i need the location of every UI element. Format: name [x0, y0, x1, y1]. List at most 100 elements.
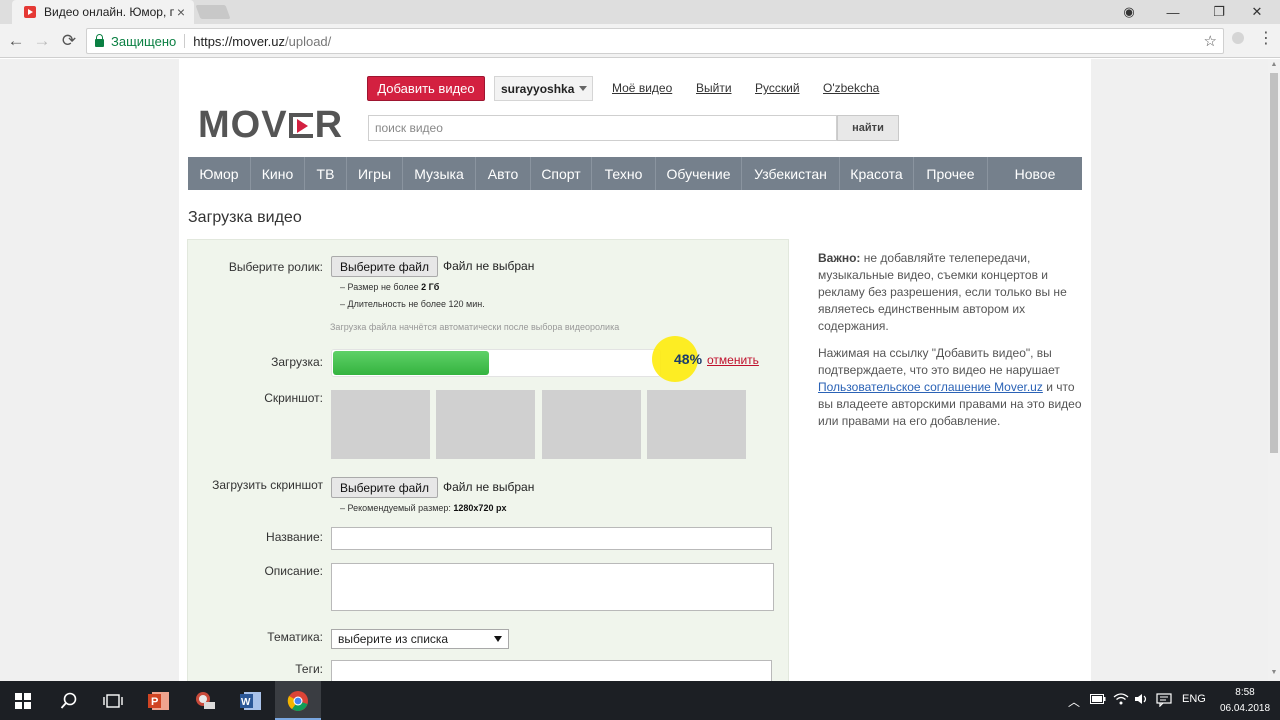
mover-logo[interactable]: MOV R [198, 103, 343, 146]
battery-icon[interactable] [1090, 693, 1106, 707]
tags-input[interactable] [331, 660, 772, 681]
my-video-link[interactable]: Моё видео [612, 81, 672, 95]
svg-text:P: P [151, 696, 158, 708]
duration-hint: – Длительность не более 120 мин. [340, 299, 485, 309]
category-item[interactable]: Спорт [531, 157, 592, 190]
topic-selected-value: выберите из списка [338, 632, 449, 646]
scroll-down-arrow-icon[interactable]: ▼ [1270, 669, 1278, 677]
profile-icon[interactable]: ◉ [1106, 0, 1152, 24]
page-content: Добавить видео surayyoshka Моё видео Вый… [179, 59, 1091, 681]
task-view-icon[interactable] [90, 681, 136, 720]
category-item[interactable]: Музыка [403, 157, 476, 190]
clock-date: 06.04.2018 [1219, 703, 1271, 714]
search-icon[interactable] [46, 681, 92, 720]
category-item[interactable]: Прочее [914, 157, 988, 190]
recommended-size-value: 1280x720 px [453, 503, 507, 513]
upload-info-panel: Важно: не добавляйте телепередачи, музык… [818, 250, 1088, 440]
upload-progress-bar [331, 349, 661, 377]
category-item[interactable]: Узбекистан [742, 157, 840, 190]
tray-chevron-up-icon[interactable]: ︿ [1068, 693, 1080, 710]
back-icon[interactable]: ← [4, 29, 28, 53]
add-video-button[interactable]: Добавить видео [367, 76, 485, 101]
browser-menu-icon[interactable]: ⋮ [1258, 29, 1274, 49]
wifi-icon[interactable] [1113, 693, 1129, 708]
agreement-text-before: Нажимая на ссылку "Добавить видео", вы п… [818, 346, 1060, 377]
tab-title: Видео онлайн. Юмор, п [44, 5, 174, 19]
new-tab-button[interactable] [195, 5, 231, 19]
category-item[interactable]: Техно [592, 157, 656, 190]
screenshot-thumb-3[interactable] [542, 390, 641, 459]
page-scrollbar[interactable]: ▲ ▼ [1268, 59, 1280, 681]
recommended-size-text: – Рекомендуемый размер: [340, 503, 454, 513]
category-nav: Юмор Кино ТВ Игры Музыка Авто Спорт Техн… [188, 157, 1082, 190]
network-app-icon[interactable] [182, 681, 228, 720]
extension-icon[interactable] [1232, 32, 1244, 44]
cancel-upload-link[interactable]: отменить [707, 353, 759, 367]
category-item[interactable]: ТВ [305, 157, 347, 190]
windows-start-icon[interactable] [0, 681, 46, 720]
lock-icon [95, 33, 104, 47]
forward-icon[interactable]: → [30, 29, 54, 53]
user-menu-dropdown[interactable]: surayyoshka [494, 76, 593, 101]
logo-text-left: MOV [198, 103, 288, 146]
secure-label: Защищено [111, 33, 177, 49]
input-language[interactable]: ENG [1182, 693, 1206, 705]
clock[interactable]: 8:58 06.04.2018 [1216, 685, 1274, 717]
screenshot-file-status: Файл не выбран [443, 480, 535, 494]
screenshot-label: Скриншот: [264, 391, 323, 405]
powerpoint-icon[interactable]: P [136, 681, 182, 720]
search-input[interactable]: поиск видео [368, 115, 837, 141]
search-button[interactable]: найти [837, 115, 899, 141]
choose-video-file-button[interactable]: Выберите файл [331, 256, 438, 277]
chrome-icon[interactable] [275, 681, 321, 720]
notifications-icon[interactable] [1156, 693, 1172, 710]
auto-upload-note: Загрузка файла начнётся автоматически по… [330, 322, 620, 332]
browser-tab-strip: Видео онлайн. Юмор, п × ◉ — ❐ ✕ [0, 0, 1280, 24]
screenshot-thumb-2[interactable] [436, 390, 535, 459]
upload-screenshot-label: Загрузить скриншот [212, 478, 323, 492]
chevron-down-icon [579, 86, 588, 91]
category-item[interactable]: Игры [347, 157, 403, 190]
scroll-up-arrow-icon[interactable]: ▲ [1270, 61, 1278, 69]
close-window-button[interactable]: ✕ [1234, 0, 1280, 24]
youtube-play-favicon-icon [24, 6, 36, 18]
description-textarea[interactable] [331, 563, 774, 611]
browser-tab[interactable]: Видео онлайн. Юмор, п × [12, 0, 194, 24]
volume-icon[interactable] [1134, 693, 1150, 708]
minimize-button[interactable]: — [1150, 0, 1196, 24]
address-bar[interactable]: Защищено https://mover.uz/upload/ ☆ [86, 28, 1224, 54]
title-input[interactable] [331, 527, 772, 550]
bookmark-star-icon[interactable]: ☆ [1204, 32, 1217, 50]
word-icon[interactable]: W [228, 681, 274, 720]
category-item[interactable]: Обучение [656, 157, 742, 190]
important-notice: Важно: не добавляйте телепередачи, музык… [818, 250, 1088, 335]
topic-select[interactable]: выберите из списка [331, 629, 509, 649]
choose-video-label: Выберите ролик: [228, 260, 323, 274]
upload-percent: 48% [674, 351, 703, 367]
category-item[interactable]: Новое [988, 157, 1082, 190]
screenshot-thumb-1[interactable] [331, 390, 430, 459]
user-agreement-link[interactable]: Пользовательское соглашение Mover.uz [818, 380, 1043, 394]
size-hint-text: – Размер не более [340, 282, 422, 292]
scrollbar-thumb[interactable] [1270, 73, 1278, 453]
windows-taskbar: P W ︿ ENG 8:58 06.04.2018 [0, 681, 1280, 720]
category-item[interactable]: Авто [476, 157, 531, 190]
screenshot-thumb-4[interactable] [647, 390, 746, 459]
browser-toolbar: ← → ⟳ Защищено https://mover.uz/upload/ … [0, 24, 1280, 58]
logout-link[interactable]: Выйти [696, 81, 732, 95]
size-hint: – Размер не более 2 Гб [340, 282, 439, 292]
tab-close-icon[interactable]: × [174, 4, 188, 20]
logo-play-icon [288, 111, 314, 140]
choose-screenshot-file-button[interactable]: Выберите файл [331, 477, 438, 498]
video-file-status: Файл не выбран [443, 259, 535, 273]
category-item[interactable]: Красота [840, 157, 914, 190]
agreement-notice: Нажимая на ссылку "Добавить видео", вы п… [818, 345, 1088, 430]
upload-label: Загрузка: [271, 355, 323, 369]
lang-russian-link[interactable]: Русский [755, 81, 800, 95]
size-hint-value: 2 Гб [421, 282, 440, 292]
reload-icon[interactable]: ⟳ [57, 29, 81, 53]
description-label: Описание: [264, 564, 323, 578]
lang-uzbek-link[interactable]: O'zbekcha [823, 81, 879, 95]
category-item[interactable]: Кино [251, 157, 305, 190]
category-item[interactable]: Юмор [188, 157, 251, 190]
